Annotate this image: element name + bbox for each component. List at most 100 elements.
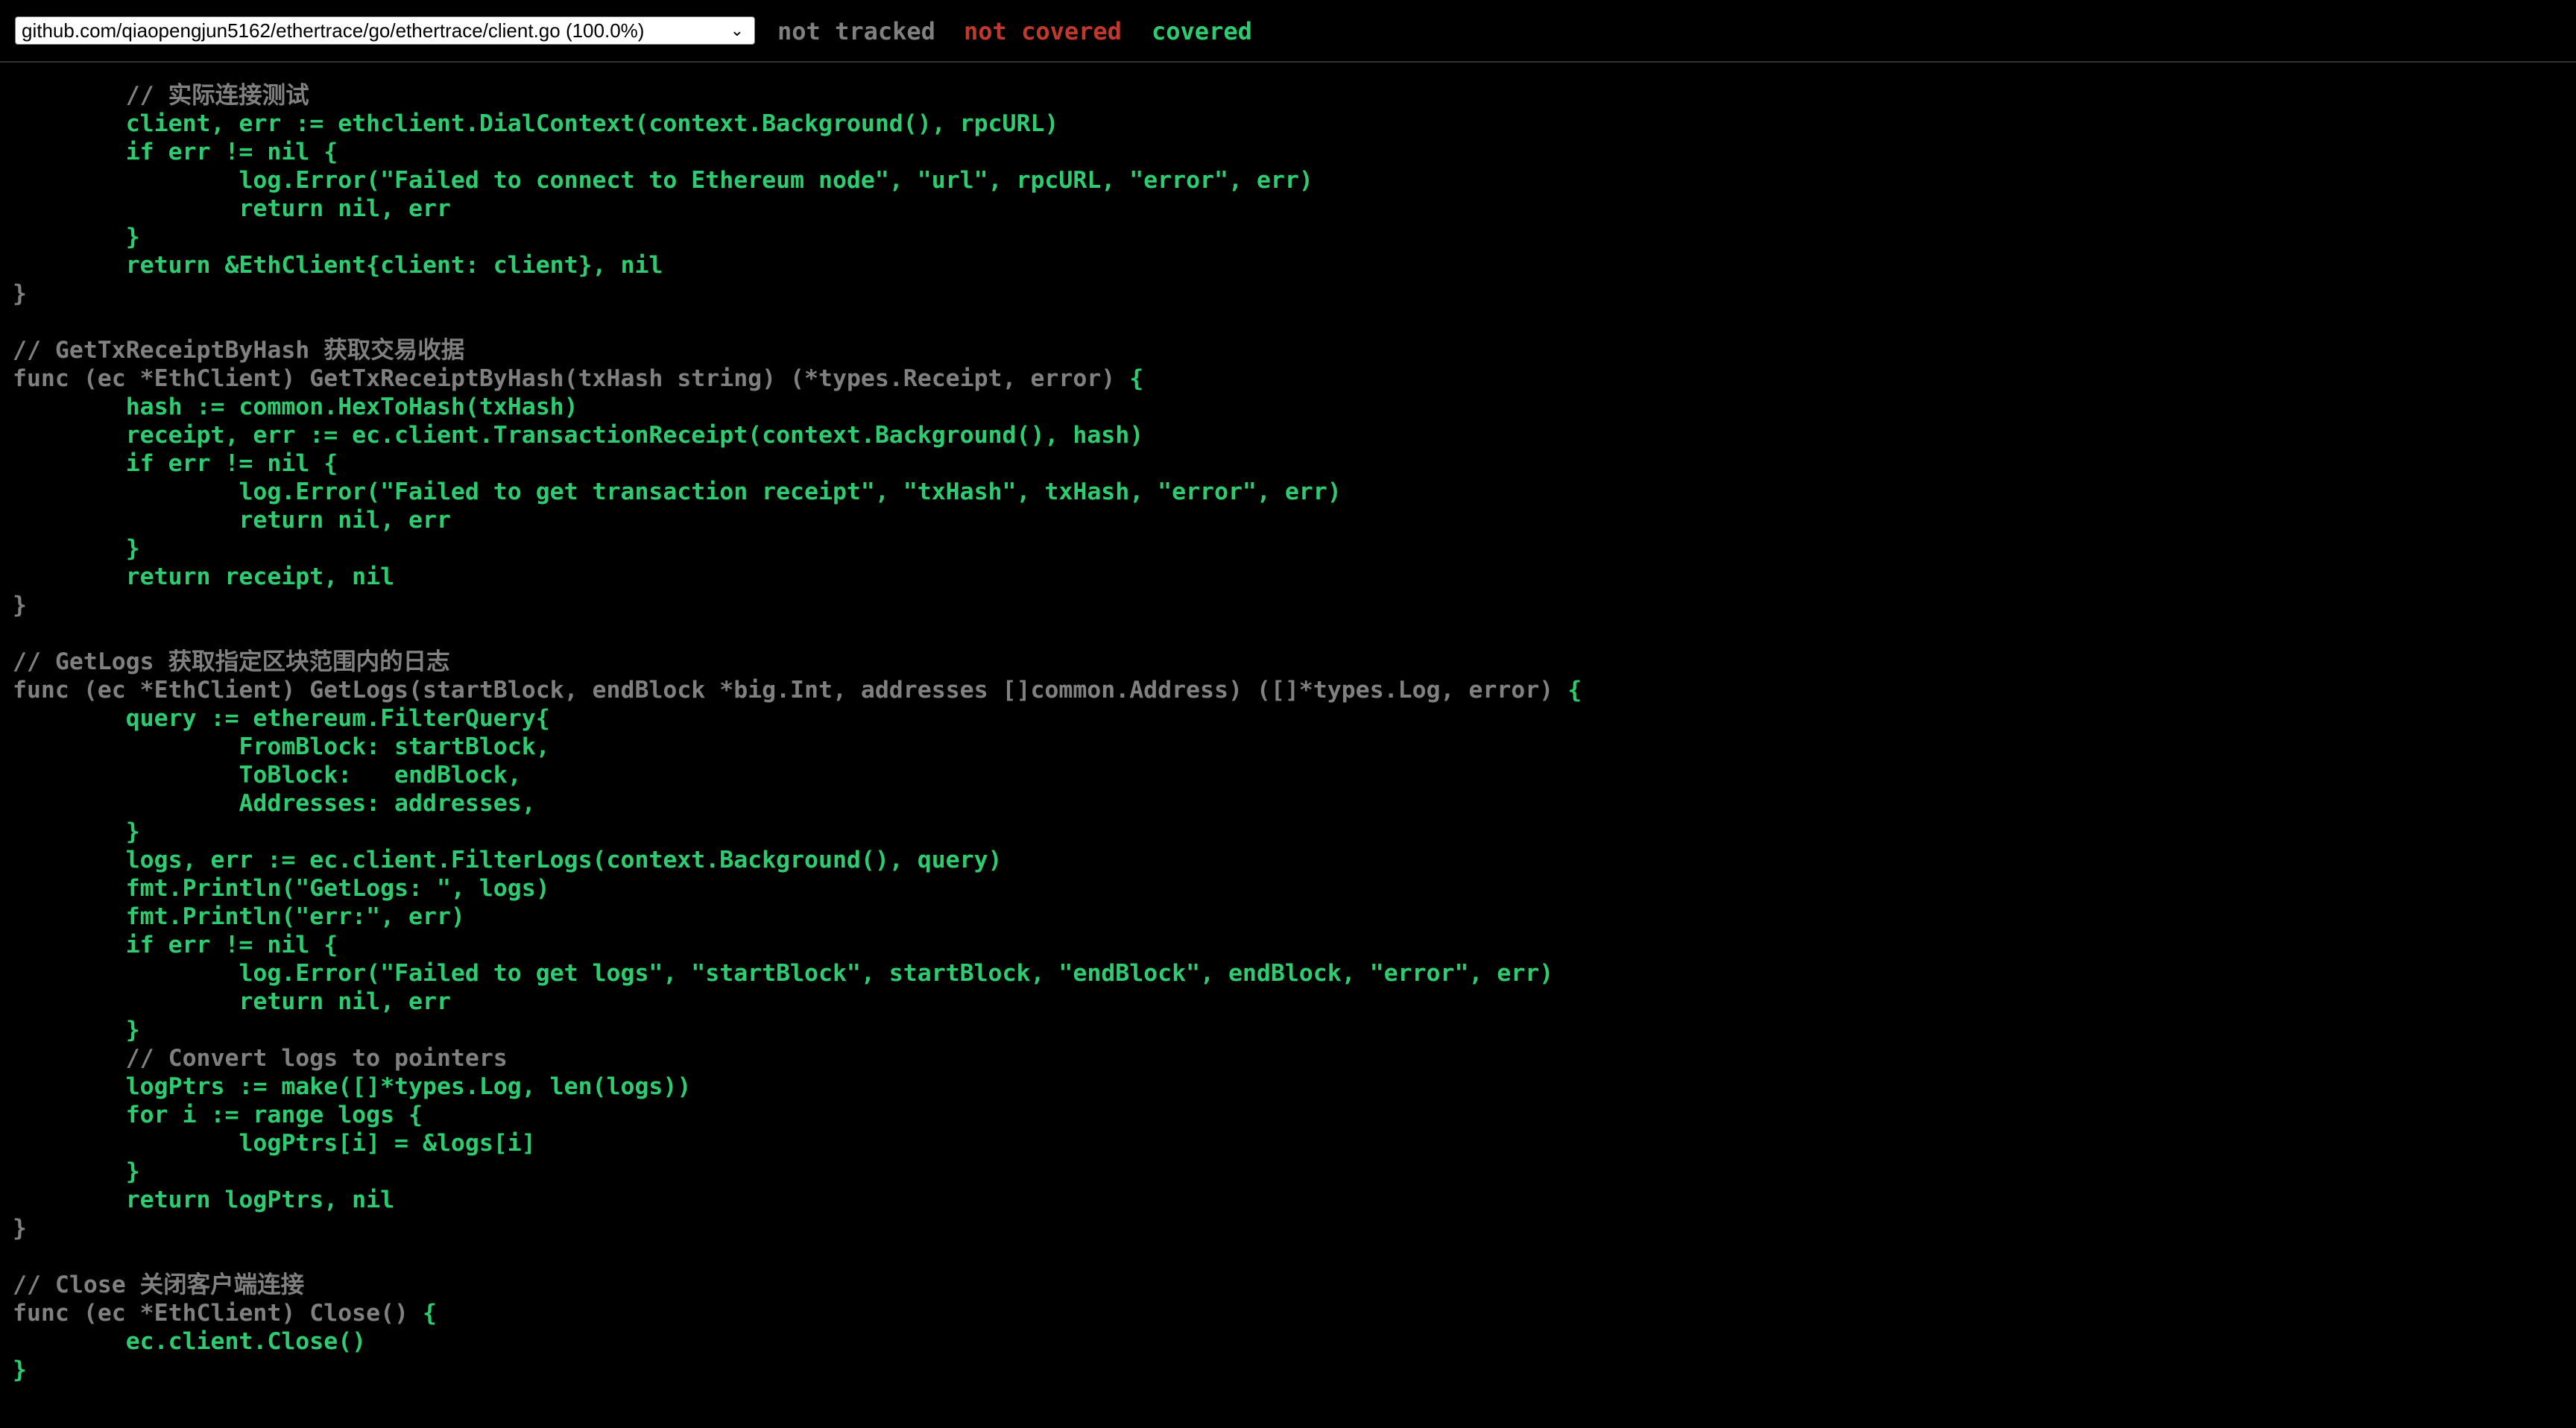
code-line-text: ec.client.Close() <box>13 1328 367 1355</box>
code-line-text: } <box>13 280 27 307</box>
code-line-text: } <box>13 224 140 250</box>
code-line-text: logPtrs := make([]*types.Log, len(logs)) <box>13 1073 692 1100</box>
code-line: return logPtrs, nil <box>13 1186 2576 1214</box>
code-line: } <box>13 1356 2576 1384</box>
code-line: // GetTxReceiptByHash 获取交易收据 <box>13 336 2576 364</box>
code-line-text: } <box>13 1158 140 1185</box>
legend-not-covered: not covered <box>964 17 1122 45</box>
code-line: Addresses: addresses, <box>13 789 2576 818</box>
code-line-text: return nil, err <box>13 988 451 1015</box>
code-line-text: } <box>13 592 27 619</box>
code-line-covered-brace: { <box>422 1300 437 1327</box>
code-line-text: return nil, err <box>13 195 451 222</box>
code-line: fmt.Println("err:", err) <box>13 903 2576 931</box>
code-line-text: // GetLogs 获取指定区块范围内的日志 <box>13 648 450 675</box>
code-line: ToBlock: endBlock, <box>13 761 2576 789</box>
code-line-text: for i := range logs { <box>13 1102 423 1128</box>
legend-covered: covered <box>1152 17 1252 45</box>
coverage-toolbar: github.com/qiaopengjun5162/ethertrace/go… <box>0 0 2576 63</box>
code-line: } <box>13 818 2576 846</box>
code-line-text: logPtrs[i] = &logs[i] <box>13 1130 536 1157</box>
code-line-text: query := ethereum.FilterQuery{ <box>13 705 550 732</box>
code-line: if err != nil { <box>13 449 2576 478</box>
code-line: // 实际连接测试 <box>13 81 2576 110</box>
code-line: for i := range logs { <box>13 1101 2576 1129</box>
code-line: return nil, err <box>13 195 2576 223</box>
code-line-text: // GetTxReceiptByHash 获取交易收据 <box>13 337 465 364</box>
code-line-text: logs, err := ec.client.FilterLogs(contex… <box>13 847 1003 873</box>
code-line-text: if err != nil { <box>13 932 338 958</box>
code-line-text: } <box>13 1017 140 1043</box>
file-select-value: github.com/qiaopengjun5162/ethertrace/go… <box>22 19 645 42</box>
code-line-text: return &EthClient{client: client}, nil <box>13 252 663 279</box>
code-line: log.Error("Failed to connect to Ethereum… <box>13 166 2576 195</box>
code-line: return &EthClient{client: client}, nil <box>13 251 2576 279</box>
code-line-text: Addresses: addresses, <box>13 790 536 817</box>
code-line-text: return nil, err <box>13 507 451 534</box>
code-line-covered-brace: { <box>1129 365 1144 392</box>
code-line: // Convert logs to pointers <box>13 1044 2576 1072</box>
code-line: receipt, err := ec.client.TransactionRec… <box>13 421 2576 449</box>
code-line-text: // 实际连接测试 <box>13 82 309 109</box>
code-line-covered-brace: { <box>1568 677 1582 704</box>
code-line: FromBlock: startBlock, <box>13 733 2576 761</box>
code-line: query := ethereum.FilterQuery{ <box>13 704 2576 733</box>
code-line-text: client, err := ethclient.DialContext(con… <box>13 110 1059 137</box>
code-line: // GetLogs 获取指定区块范围内的日志 <box>13 648 2576 676</box>
code-line-text: log.Error("Failed to get logs", "startBl… <box>13 960 1554 987</box>
code-line: func (ec *EthClient) Close() { <box>13 1299 2576 1327</box>
code-line: hash := common.HexToHash(txHash) <box>13 393 2576 421</box>
code-line: return receipt, nil <box>13 563 2576 591</box>
code-line: if err != nil { <box>13 138 2576 166</box>
code-line: } <box>13 1157 2576 1186</box>
code-line: } <box>13 223 2576 251</box>
code-line-text: func (ec *EthClient) GetTxReceiptByHash(… <box>13 365 1130 392</box>
code-line: log.Error("Failed to get transaction rec… <box>13 478 2576 506</box>
code-line-text: if err != nil { <box>13 139 338 165</box>
code-line-text: return logPtrs, nil <box>13 1187 395 1213</box>
code-line-text: log.Error("Failed to connect to Ethereum… <box>13 167 1313 194</box>
legend-not-tracked: not tracked <box>777 17 935 45</box>
code-line: client, err := ethclient.DialContext(con… <box>13 110 2576 138</box>
code-line-text: } <box>13 818 140 845</box>
code-line: logPtrs[i] = &logs[i] <box>13 1129 2576 1157</box>
code-line-text: // Close 关闭客户端连接 <box>13 1271 305 1298</box>
code-line: if err != nil { <box>13 931 2576 959</box>
code-line-text: fmt.Println("GetLogs: ", logs) <box>13 875 550 902</box>
code-line-text: } <box>13 1356 27 1383</box>
code-line-text: // Convert logs to pointers <box>13 1045 508 1072</box>
code-line: } <box>13 1016 2576 1044</box>
code-line-text: func (ec *EthClient) GetLogs(startBlock,… <box>13 677 1568 704</box>
code-line-text: func (ec *EthClient) Close() <box>13 1300 423 1327</box>
code-line: return nil, err <box>13 988 2576 1016</box>
code-line: log.Error("Failed to get logs", "startBl… <box>13 959 2576 988</box>
code-line: return nil, err <box>13 506 2576 534</box>
code-line-text: hash := common.HexToHash(txHash) <box>13 394 578 420</box>
code-line-text: return receipt, nil <box>13 563 395 590</box>
code-line: logs, err := ec.client.FilterLogs(contex… <box>13 846 2576 874</box>
source-code-view: // 实际连接测试 client, err := ethclient.DialC… <box>0 81 2576 1384</box>
code-line: func (ec *EthClient) GetLogs(startBlock,… <box>13 676 2576 704</box>
code-line: ec.client.Close() <box>13 1327 2576 1356</box>
code-line-text: fmt.Println("err:", err) <box>13 903 465 930</box>
code-line-text: } <box>13 1215 27 1242</box>
code-line-text: } <box>13 535 140 562</box>
code-line: } <box>13 591 2576 619</box>
code-line: func (ec *EthClient) GetTxReceiptByHash(… <box>13 364 2576 393</box>
code-line: // Close 关闭客户端连接 <box>13 1271 2576 1299</box>
file-select-dropdown[interactable]: github.com/qiaopengjun5162/ethertrace/go… <box>15 16 755 45</box>
code-line-text: if err != nil { <box>13 450 338 477</box>
code-line: logPtrs := make([]*types.Log, len(logs)) <box>13 1072 2576 1101</box>
code-line: } <box>13 279 2576 308</box>
code-line: } <box>13 534 2576 563</box>
code-line-text: FromBlock: startBlock, <box>13 733 550 760</box>
code-line: fmt.Println("GetLogs: ", logs) <box>13 874 2576 903</box>
code-line: } <box>13 1214 2576 1242</box>
code-line-text: receipt, err := ec.client.TransactionRec… <box>13 422 1144 449</box>
code-line-text: log.Error("Failed to get transaction rec… <box>13 478 1342 505</box>
code-line-text: ToBlock: endBlock, <box>13 762 522 789</box>
chevron-down-icon: ⌄ <box>730 21 744 40</box>
